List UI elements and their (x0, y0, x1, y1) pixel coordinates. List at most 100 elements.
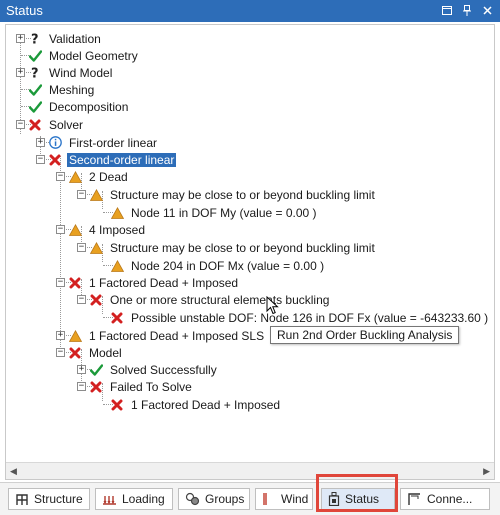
collapse-icon[interactable]: − (77, 382, 86, 391)
tree-node-label: 1 Factored Dead + Imposed (131, 397, 281, 412)
error-icon (48, 153, 62, 167)
tree-node-label: Structure may be close to or beyond buck… (110, 240, 375, 255)
tab-label: Wind (281, 492, 309, 506)
tab-label: Conne... (427, 492, 473, 506)
tree-node[interactable]: − Solver (16, 116, 85, 133)
tree-node[interactable]: − 1 Factored Dead + Imposed (56, 274, 240, 291)
tab-connection[interactable]: Conne... (400, 488, 490, 510)
question-icon: ? (28, 66, 42, 80)
error-icon (68, 346, 82, 360)
window-title: Status (6, 3, 43, 18)
tree-node[interactable]: +? Wind Model (16, 64, 114, 81)
title-bar: Status (0, 0, 500, 22)
tree-node-label: 1 Factored Dead + Imposed SLS (89, 328, 265, 343)
tree-node[interactable]: Model Geometry (16, 47, 140, 64)
connection-icon (407, 492, 422, 506)
tree-node-label: Possible unstable DOF: Node 126 in DOF F… (131, 310, 489, 325)
check-icon (28, 100, 42, 114)
check-icon (28, 49, 42, 63)
groups-icon (185, 492, 200, 506)
error-icon (110, 398, 124, 412)
expand-icon[interactable]: + (36, 138, 45, 147)
expand-icon[interactable]: + (77, 365, 86, 374)
tab-groups[interactable]: Groups (178, 488, 250, 510)
close-window-button[interactable] (480, 2, 494, 18)
collapse-icon[interactable]: − (56, 278, 65, 287)
tree-node[interactable]: + Solved Successfully (77, 361, 219, 378)
tree-node[interactable]: − Failed To Solve (77, 378, 194, 395)
tree-node[interactable]: − Structure may be close to or beyond buc… (77, 186, 377, 203)
tab-loading[interactable]: Loading (95, 488, 173, 510)
tree-node-label: Validation (49, 31, 101, 46)
expand-icon[interactable]: + (16, 34, 25, 43)
tree-node[interactable]: − Structure may be close to or beyond buc… (77, 239, 377, 256)
warning-icon (68, 170, 82, 184)
collapse-icon[interactable]: − (16, 120, 25, 129)
tree-node-label: 1 Factored Dead + Imposed (89, 275, 239, 290)
mouse-cursor-icon (266, 296, 279, 315)
error-icon (89, 293, 103, 307)
info-icon (48, 136, 62, 150)
structure-icon (15, 493, 29, 506)
tree-node[interactable]: Possible unstable DOF: Node 126 in DOF F… (98, 309, 490, 326)
collapse-icon[interactable]: − (77, 190, 86, 199)
warning-icon (110, 206, 124, 220)
tree-node[interactable]: +? Validation (16, 30, 103, 47)
restore-window-button[interactable] (440, 2, 454, 18)
tree-node-label: Model (89, 345, 122, 360)
collapse-icon[interactable]: − (36, 155, 45, 164)
tree-node[interactable]: Node 11 in DOF My (value = 0.00 ) (98, 204, 319, 221)
tree-node[interactable]: − One or more structural elements bucklin… (77, 291, 331, 308)
error-icon (28, 118, 42, 132)
tab-label: Groups (205, 492, 245, 506)
error-icon (89, 380, 103, 394)
collapse-icon[interactable]: − (77, 243, 86, 252)
status-panel: +? Validation Model Geometry +? Wind Model Me… (5, 24, 495, 480)
collapse-icon[interactable]: − (56, 172, 65, 181)
tree-node[interactable]: 1 Factored Dead + Imposed (98, 396, 282, 413)
tree-node-label: Solved Successfully (110, 362, 217, 377)
tree-node[interactable]: − 4 Imposed (56, 221, 147, 238)
tree-connector-line (60, 156, 61, 353)
tree-node[interactable]: Meshing (16, 81, 96, 98)
tree-node-label: Node 204 in DOF Mx (value = 0.00 ) (131, 258, 325, 273)
tree-node-label: Second-order linear (67, 152, 177, 167)
status-tree[interactable]: +? Validation Model Geometry +? Wind Model Me… (6, 25, 494, 463)
error-icon (110, 311, 124, 325)
warning-icon (68, 223, 82, 237)
pin-window-button[interactable] (460, 2, 474, 18)
tree-node[interactable]: Decomposition (16, 98, 130, 115)
question-icon: ? (28, 32, 42, 46)
check-icon (28, 83, 42, 97)
tab-structure[interactable]: Structure (8, 488, 90, 510)
tree-node-label: Wind Model (49, 65, 113, 80)
collapse-icon[interactable]: − (56, 348, 65, 357)
tree-node[interactable]: − 2 Dead (56, 168, 130, 185)
scroll-left-arrow-icon[interactable]: ◀ (10, 466, 17, 477)
tab-label: Loading (122, 492, 165, 506)
tree-node[interactable]: +1 Factored Dead + Imposed SLS (56, 327, 266, 344)
expand-icon[interactable]: + (16, 68, 25, 77)
tab-label: Structure (34, 492, 83, 506)
check-icon (89, 363, 103, 377)
tree-node[interactable]: Node 204 in DOF Mx (value = 0.00 ) (98, 257, 326, 274)
tree-node[interactable]: + First-order linear (36, 134, 159, 151)
tree-node-label: Failed To Solve (110, 379, 192, 394)
status-tab-highlight (316, 474, 398, 512)
tree-node-label: Structure may be close to or beyond buck… (110, 187, 375, 202)
horizontal-scrollbar[interactable]: ◀ ▶ (6, 462, 494, 479)
collapse-icon[interactable]: − (77, 295, 86, 304)
tree-node[interactable]: − Model (56, 344, 124, 361)
loading-icon (102, 493, 117, 506)
tree-node-label: Model Geometry (49, 48, 138, 63)
tree-node-label: Solver (49, 117, 84, 132)
tree-node[interactable]: − Second-order linear (36, 151, 177, 168)
tab-wind[interactable]: Wind (255, 488, 313, 510)
svg-text:?: ? (31, 67, 39, 80)
warning-icon (110, 259, 124, 273)
collapse-icon[interactable]: − (56, 225, 65, 234)
tree-node-label: Meshing (49, 82, 95, 97)
expand-icon[interactable]: + (56, 331, 65, 340)
tree-node-label: Node 11 in DOF My (value = 0.00 ) (131, 205, 317, 220)
scroll-right-arrow-icon[interactable]: ▶ (483, 466, 490, 477)
